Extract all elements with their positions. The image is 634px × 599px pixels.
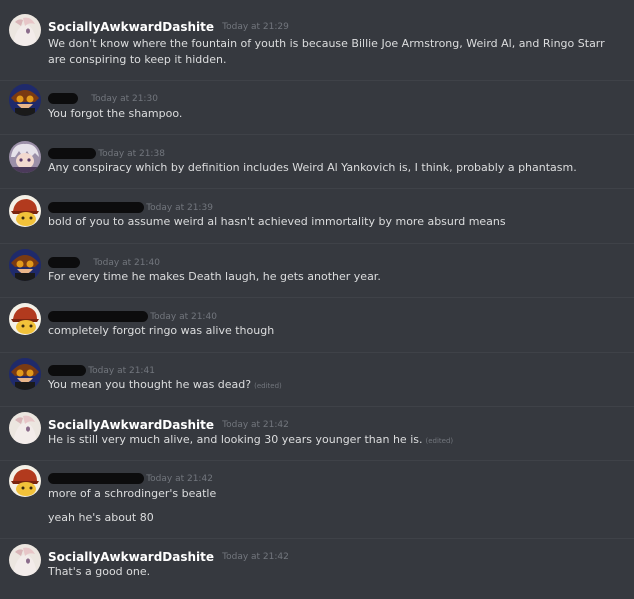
chat-log: SociallyAwkwardDashite Today at 21:29 We… bbox=[0, 0, 634, 599]
message-timestamp[interactable]: Today at 21:42 bbox=[222, 552, 289, 562]
message-timestamp[interactable]: Today at 21:39 bbox=[146, 203, 213, 213]
message-divider bbox=[0, 297, 634, 298]
message-text: He is still very much alive, and looking… bbox=[48, 432, 608, 449]
user-avatar[interactable] bbox=[9, 84, 41, 116]
user-avatar[interactable] bbox=[9, 141, 41, 173]
message-text: You mean you thought he was dead? (edited… bbox=[48, 377, 608, 394]
user-avatar[interactable] bbox=[9, 412, 41, 444]
message-divider bbox=[0, 406, 634, 407]
message-divider bbox=[0, 243, 634, 244]
message-text: That's a good one. bbox=[48, 565, 151, 578]
cap-avatar-icon bbox=[9, 195, 41, 227]
message-text: more of a schrodinger's beatle bbox=[48, 487, 217, 500]
pony-avatar-icon bbox=[9, 412, 41, 444]
message-timestamp[interactable]: Today at 21:40 bbox=[150, 312, 217, 322]
message-text: You forgot the shampoo. bbox=[48, 107, 183, 120]
message-author[interactable]: SociallyAwkwardDashite bbox=[48, 418, 214, 432]
message-timestamp[interactable]: Today at 21:38 bbox=[98, 149, 165, 159]
user-avatar[interactable] bbox=[9, 358, 41, 390]
message-author[interactable]: SociallyAwkwardDashite bbox=[48, 20, 214, 34]
goggles-avatar-icon bbox=[9, 358, 41, 390]
pony-avatar-icon bbox=[9, 14, 41, 46]
message-timestamp[interactable]: Today at 21:41 bbox=[88, 366, 155, 376]
edited-tag: (edited) bbox=[254, 382, 282, 390]
cap-avatar-icon bbox=[9, 465, 41, 497]
user-avatar[interactable] bbox=[9, 14, 41, 46]
message-divider bbox=[0, 134, 634, 135]
message-divider bbox=[0, 188, 634, 189]
user-avatar[interactable] bbox=[9, 195, 41, 227]
message-divider bbox=[0, 538, 634, 539]
redacted-username bbox=[48, 93, 78, 104]
edited-tag: (edited) bbox=[425, 437, 454, 445]
user-avatar[interactable] bbox=[9, 249, 41, 281]
message-divider bbox=[0, 80, 634, 81]
message-divider bbox=[0, 352, 634, 353]
redacted-username bbox=[48, 202, 144, 213]
user-avatar[interactable] bbox=[9, 303, 41, 335]
message-timestamp[interactable]: Today at 21:30 bbox=[91, 94, 158, 104]
redacted-username bbox=[48, 365, 86, 376]
pony-avatar-icon bbox=[9, 544, 41, 576]
silver-hair-avatar-icon bbox=[9, 141, 41, 173]
message-text-content: He is still very much alive, and looking… bbox=[48, 433, 423, 446]
message-text: bold of you to assume weird al hasn't ac… bbox=[48, 215, 506, 228]
user-avatar[interactable] bbox=[9, 465, 41, 497]
redacted-username bbox=[48, 257, 80, 268]
goggles-avatar-icon bbox=[9, 84, 41, 116]
message-text: Any conspiracy which by definition inclu… bbox=[48, 161, 577, 174]
message-timestamp[interactable]: Today at 21:29 bbox=[222, 22, 289, 32]
message-text: completely forgot ringo was alive though bbox=[48, 324, 275, 337]
message-text: yeah he's about 80 bbox=[48, 511, 154, 524]
message-text: We don't know where the fountain of yout… bbox=[48, 37, 605, 66]
redacted-username bbox=[48, 311, 148, 322]
message-text-content: You mean you thought he was dead? bbox=[48, 378, 252, 391]
redacted-username bbox=[48, 148, 96, 159]
message-timestamp[interactable]: Today at 21:42 bbox=[146, 474, 213, 484]
message-text: For every time he makes Death laugh, he … bbox=[48, 270, 381, 283]
redacted-username bbox=[48, 473, 144, 484]
message-timestamp[interactable]: Today at 21:40 bbox=[93, 258, 160, 268]
message-divider bbox=[0, 460, 634, 461]
user-avatar[interactable] bbox=[9, 544, 41, 576]
message-author[interactable]: SociallyAwkwardDashite bbox=[48, 550, 214, 564]
goggles-avatar-icon bbox=[9, 249, 41, 281]
message-timestamp[interactable]: Today at 21:42 bbox=[222, 420, 289, 430]
cap-avatar-icon bbox=[9, 303, 41, 335]
